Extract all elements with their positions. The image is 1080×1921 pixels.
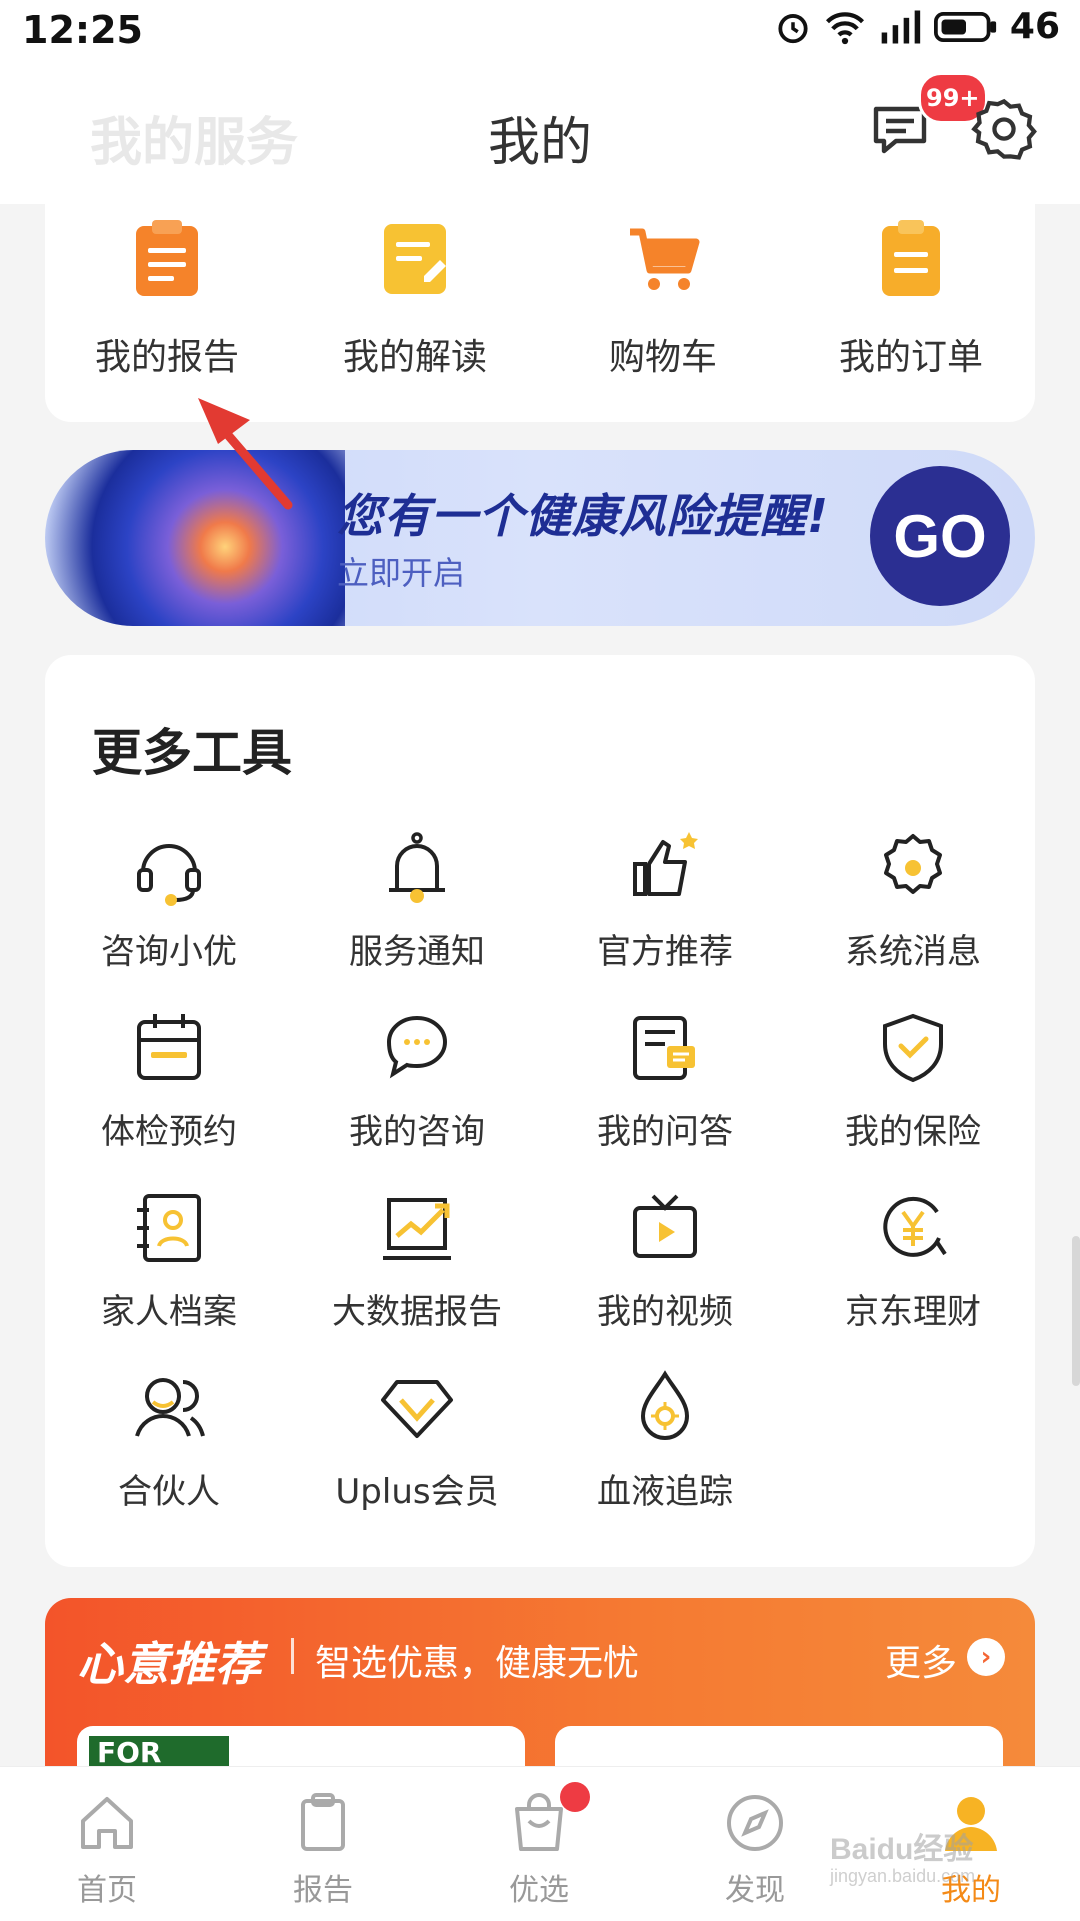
tool-jd-finance[interactable]: 京东理财 [803, 1190, 1023, 1333]
settings-gear-icon [971, 98, 1037, 160]
tab-select[interactable]: 优选 [464, 1791, 614, 1909]
tab-label: 发现 [725, 1873, 785, 1908]
service-my-report[interactable]: 我的报告 [67, 218, 267, 380]
more-link[interactable]: 更多 [885, 1634, 957, 1686]
tab-home[interactable]: 首页 [32, 1791, 182, 1909]
gear-icon [884, 834, 942, 894]
tab-report[interactable]: 报告 [248, 1791, 398, 1909]
blood-drop-icon [640, 1370, 690, 1440]
notification-dot [560, 1782, 590, 1812]
tab-label: 报告 [293, 1873, 353, 1908]
tool-label: 家人档案 [101, 1292, 237, 1332]
partners-icon [135, 1378, 205, 1437]
tool-label: 体检预约 [101, 1112, 237, 1152]
more-tools-card: 更多工具 咨询小优 服务通知 官方推荐 系统消息 体检预约 我的咨询 我的问答 … [45, 655, 1035, 1567]
tool-label: 系统消息 [845, 932, 981, 972]
tool-label: 官方推荐 [597, 932, 733, 972]
shield-icon [883, 1013, 943, 1083]
go-button[interactable]: GO [870, 466, 1010, 606]
tool-label: Uplus会员 [335, 1472, 499, 1512]
tool-consult[interactable]: 咨询小优 [59, 830, 279, 973]
signal-icon [881, 10, 921, 43]
headset-icon [137, 844, 201, 906]
clipboard-icon [301, 1793, 345, 1851]
thumbs-up-icon [633, 832, 698, 896]
banner-subtext: 立即开启 [337, 554, 466, 592]
service-my-orders[interactable]: 我的订单 [811, 218, 1011, 380]
tab-label: 首页 [77, 1873, 137, 1908]
section-title: 更多工具 [92, 724, 292, 782]
tool-official-recommend[interactable]: 官方推荐 [555, 830, 775, 973]
tool-label: 合伙人 [118, 1472, 220, 1512]
tool-service-notice[interactable]: 服务通知 [307, 830, 527, 973]
scrollbar[interactable] [1072, 1236, 1080, 1386]
tool-family-profile[interactable]: 家人档案 [59, 1190, 279, 1333]
note-edit-icon [384, 224, 446, 294]
tool-label: 服务通知 [349, 932, 485, 972]
trend-chart-icon [383, 1198, 451, 1260]
tool-label: 大数据报告 [332, 1292, 502, 1332]
order-clipboard-icon [882, 220, 940, 296]
tool-label: 我的视频 [597, 1292, 733, 1332]
tool-label: 血液追踪 [597, 1472, 733, 1512]
recommend-title: 心意推荐 [77, 1637, 261, 1691]
status-icons: 46 [774, 6, 1060, 47]
yuan-coin-icon [883, 1196, 947, 1257]
service-label: 购物车 [608, 337, 717, 378]
watermark-url: jingyan.baidu.com [830, 1866, 976, 1886]
family-profile-icon [137, 1194, 201, 1262]
tool-checkup-booking[interactable]: 体检预约 [59, 1010, 279, 1153]
status-bar: 12:25 46 [0, 0, 1080, 62]
status-time: 12:25 [22, 8, 143, 52]
banner-headline: 您有一个健康风险提醒! [337, 489, 829, 543]
tv-play-icon [633, 1194, 697, 1258]
service-label: 我的订单 [838, 337, 983, 378]
tool-label: 京东理财 [845, 1292, 981, 1332]
recommend-subtitle: 智选优惠，健康无忧 [315, 1643, 640, 1684]
divider [291, 1638, 294, 1674]
home-icon [81, 1797, 133, 1849]
tool-my-consult[interactable]: 我的咨询 [307, 1010, 527, 1153]
bell-icon [389, 832, 445, 903]
tool-uplus-member[interactable]: Uplus会员 [307, 1370, 527, 1513]
compass-icon [727, 1795, 783, 1851]
tool-label: 我的问答 [597, 1112, 733, 1152]
tool-my-insurance[interactable]: 我的保险 [803, 1010, 1023, 1153]
qa-card-icon [633, 1016, 695, 1080]
report-clipboard-icon [136, 220, 198, 296]
tab-discover[interactable]: 发现 [680, 1791, 830, 1909]
tool-label: 我的咨询 [349, 1112, 485, 1152]
tool-my-video[interactable]: 我的视频 [555, 1190, 775, 1333]
tool-partner[interactable]: 合伙人 [59, 1370, 279, 1513]
chevron-right-icon[interactable]: › [967, 1638, 1005, 1676]
tab-label: 优选 [509, 1873, 569, 1908]
shopping-cart-icon [630, 228, 700, 290]
tool-big-data-report[interactable]: 大数据报告 [307, 1190, 527, 1333]
alarm-icon [778, 13, 808, 43]
diamond-icon [381, 1380, 453, 1438]
service-cart[interactable]: 购物车 [563, 218, 763, 380]
service-label: 我的解读 [342, 337, 487, 378]
wifi-icon [825, 11, 864, 44]
annotation-arrow [198, 398, 293, 510]
service-label: 我的报告 [94, 337, 239, 378]
tool-label: 咨询小优 [101, 932, 237, 972]
service-my-interpretation[interactable]: 我的解读 [315, 218, 515, 380]
settings-button[interactable] [970, 95, 1038, 163]
tool-system-message[interactable]: 系统消息 [803, 830, 1023, 973]
tool-label: 我的保险 [845, 1112, 981, 1152]
battery-level: 46 [1009, 6, 1060, 47]
calendar-icon [137, 1014, 201, 1080]
tool-my-qa[interactable]: 我的问答 [555, 1010, 775, 1153]
tool-blood-tracking[interactable]: 血液追踪 [555, 1370, 775, 1513]
chat-bubble-icon [386, 1015, 448, 1079]
watermark-logo: Baidu经验 [830, 1833, 974, 1866]
battery-icon [933, 11, 997, 42]
header: 我的服务 我的 99+ [0, 62, 1080, 204]
